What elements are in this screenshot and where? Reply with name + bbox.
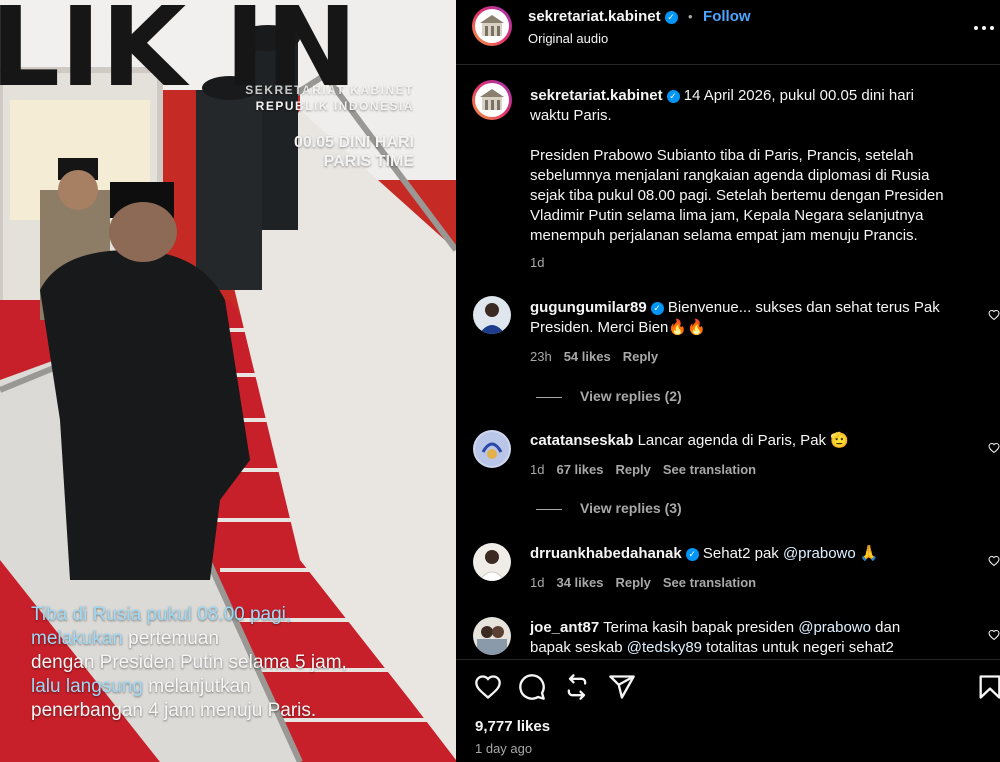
post-video[interactable]: LIK IN SEKRETARIAT KABINET REPUBLIK INDO… <box>0 0 456 762</box>
caption-line-2a: melakukan <box>31 628 123 649</box>
caption-username[interactable]: sekretariat.kabinet <box>530 87 663 104</box>
post-header: sekretariat.kabinet ✓ • Follow Original a… <box>456 0 1000 65</box>
verified-badge-icon: ✓ <box>664 11 678 24</box>
see-translation-button[interactable]: See translation <box>663 462 756 477</box>
post-date: 1 day ago <box>475 741 533 756</box>
time-overlay: 00.05 DINI HARI PARIS TIME <box>294 133 414 171</box>
comment-text-b: dan <box>871 619 901 636</box>
comment: joe_ant87 Terima kasih bapak presiden @p… <box>456 600 1000 658</box>
caption-line-4a: lalu langsung <box>31 676 143 697</box>
separator-dot: • <box>688 9 693 24</box>
comment-likes[interactable]: 54 likes <box>564 349 611 364</box>
caption-line-5: penerbangan 4 jam menuju Paris. <box>31 700 317 721</box>
caption-p2-line-3: sejak tiba pukul 08.00 pagi. Setelah ber… <box>530 187 944 204</box>
comment-likes[interactable]: 34 likes <box>556 575 603 590</box>
watermark: SEKRETARIAT KABINET REPUBLIK INDONESIA <box>245 82 414 114</box>
verified-badge-icon: ✓ <box>666 90 680 103</box>
caption-p2-line-1: Presiden Prabowo Subianto tiba di Paris,… <box>530 147 914 164</box>
view-replies-button[interactable]: View replies (2) <box>536 388 682 404</box>
comment-text-d: totalitas untuk negeri sehat2 <box>702 639 894 656</box>
see-translation-button[interactable]: See translation <box>663 575 756 590</box>
time-line-1: 00.05 DINI HARI <box>293 134 414 151</box>
comment-time: 1d <box>530 462 545 477</box>
comment-username[interactable]: joe_ant87 <box>530 619 599 636</box>
more-horizontal-icon[interactable] <box>972 16 996 40</box>
comment-time: 1d <box>530 575 545 590</box>
comment-username[interactable]: gugungumilar89 <box>530 299 647 316</box>
mention-link[interactable]: @tedsky89 <box>627 639 702 656</box>
verified-badge-icon: ✓ <box>650 302 664 315</box>
like-count[interactable]: 9,777 likes <box>475 718 550 735</box>
comment-text-line-2: Presiden. Merci Bien🔥🔥 <box>530 319 706 336</box>
caption-line-1: Tiba di Rusia pukul 08.00 pagi, <box>31 604 292 625</box>
commenter-avatar[interactable] <box>473 543 511 581</box>
original-audio-link[interactable]: Original audio <box>528 31 608 46</box>
caption-p2-line-2: sebelumnya menjalani rangkaian agenda di… <box>530 167 930 184</box>
author-username[interactable]: sekretariat.kabinet <box>528 8 661 25</box>
heart-icon[interactable] <box>474 673 502 701</box>
caption-time: 1d <box>530 255 545 270</box>
comment-text-a: Terima kasih bapak presiden <box>603 619 799 636</box>
comment-likes[interactable]: 67 likes <box>556 462 603 477</box>
action-bar: 9,777 likes 1 day ago <box>456 659 1000 762</box>
caption-p2-line-5: menempuh perjalanan selama empat jam men… <box>530 227 918 244</box>
comment-text-line-1: Bienvenue... sukses dan sehat terus Pak <box>667 299 940 316</box>
comment-like-heart-icon[interactable] <box>988 555 1000 567</box>
caption-line-2: waktu Paris. <box>530 107 612 124</box>
comment-like-heart-icon[interactable] <box>988 629 1000 641</box>
reply-button[interactable]: Reply <box>623 349 658 364</box>
caption-line-4b: melanjutkan <box>142 676 251 697</box>
caption-avatar[interactable] <box>472 80 512 120</box>
comment-text-a: Sehat2 pak <box>702 545 783 562</box>
commenter-avatar[interactable] <box>473 430 511 468</box>
watermark-line-2: REPUBLIK INDONESIA <box>255 99 414 113</box>
commenter-avatar[interactable] <box>473 296 511 334</box>
reply-button[interactable]: Reply <box>615 462 650 477</box>
caption-line-1: 14 April 2026, pukul 00.05 dini hari <box>683 87 914 104</box>
comment-username[interactable]: drruankhabedahanak <box>530 545 682 562</box>
mention-link[interactable]: @prabowo <box>798 619 871 636</box>
comment-icon[interactable] <box>518 673 546 701</box>
repost-icon[interactable] <box>563 673 591 701</box>
mention-link[interactable]: @prabowo <box>783 545 856 562</box>
comment-like-heart-icon[interactable] <box>988 309 1000 321</box>
caption-line-2b: pertemuan <box>122 628 220 649</box>
caption-p2-line-4: Vladimir Putin selama lima jam, Kepala N… <box>530 207 924 224</box>
comment-time: 23h <box>530 349 552 364</box>
bookmark-icon[interactable] <box>976 673 1000 701</box>
view-replies-button[interactable]: View replies (3) <box>536 500 682 516</box>
follow-button[interactable]: Follow <box>703 8 751 25</box>
video-caption: Tiba di Rusia pukul 08.00 pagi, melakuka… <box>31 603 347 723</box>
post-panel: sekretariat.kabinet ✓ • Follow Original a… <box>456 0 1000 762</box>
caption-line-3: dengan Presiden Putin selama 5 jam, <box>31 652 347 673</box>
share-icon[interactable] <box>608 673 636 701</box>
verified-badge-icon: ✓ <box>685 548 699 561</box>
comment-text-line-1: Lancar agenda di Paris, Pak 🫡 <box>637 432 849 449</box>
comment-like-heart-icon[interactable] <box>988 442 1000 454</box>
comment-text-c: bapak seskab <box>530 639 627 656</box>
reply-button[interactable]: Reply <box>615 575 650 590</box>
time-line-2: PARIS TIME <box>323 153 414 170</box>
comment-username[interactable]: catatanseskab <box>530 432 633 449</box>
watermark-line-1: SEKRETARIAT KABINET <box>245 83 414 97</box>
comment-text-b: 🙏 <box>855 545 879 562</box>
commenter-avatar[interactable] <box>473 617 511 655</box>
caption-text: sekretariat.kabinet ✓ 14 April 2026, puku… <box>530 86 990 273</box>
author-avatar[interactable] <box>472 6 512 46</box>
